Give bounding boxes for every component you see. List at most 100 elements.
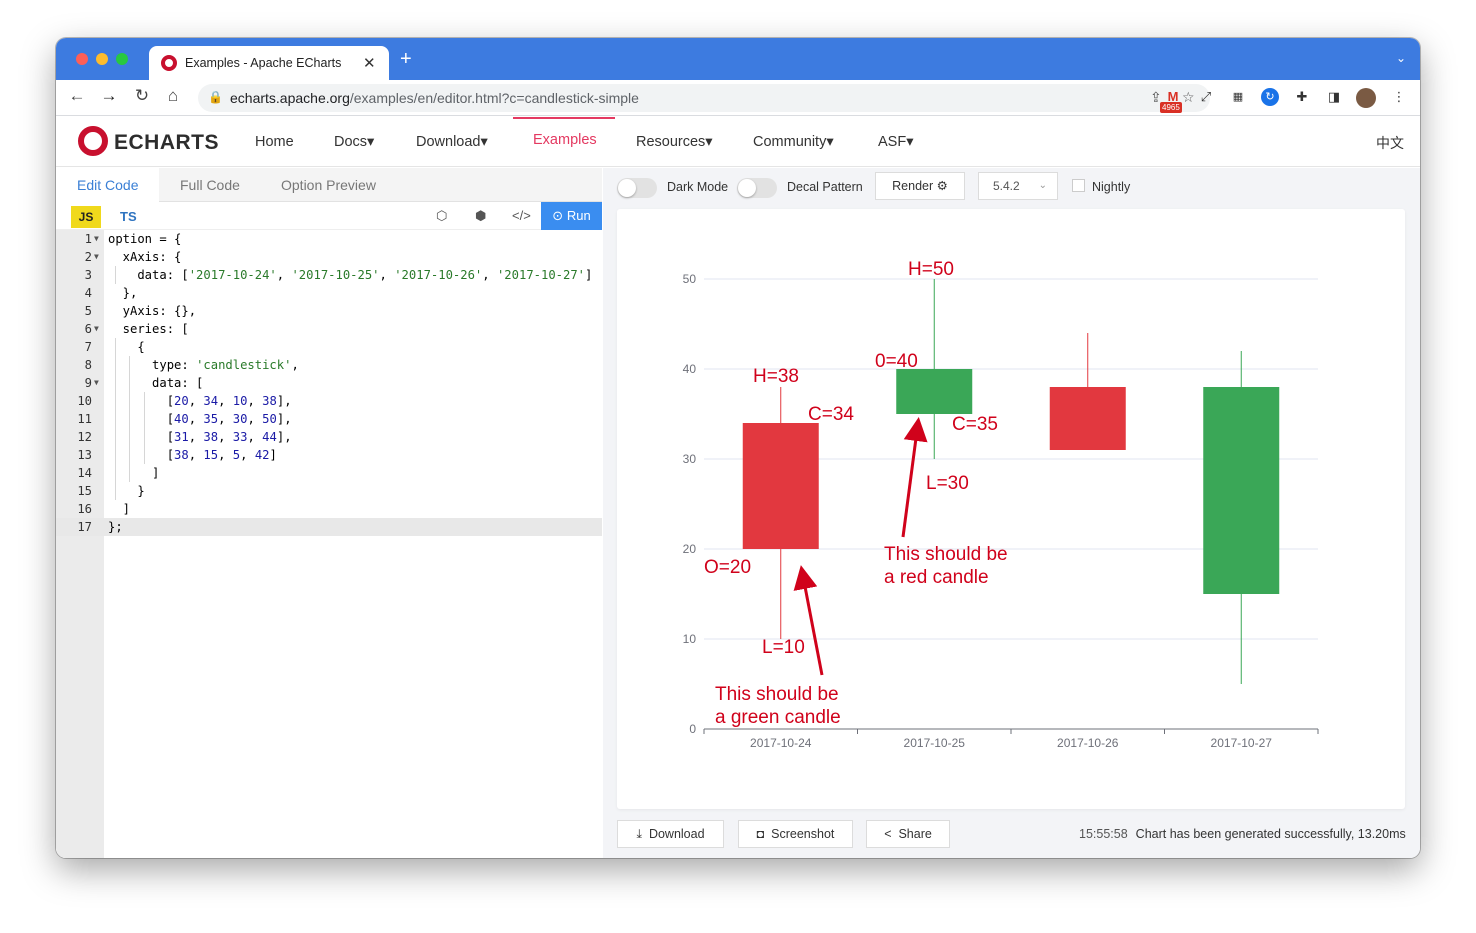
echarts-logo-icon[interactable] (78, 126, 108, 156)
brand-name[interactable]: ECHARTS (114, 131, 219, 155)
code-line[interactable]: 11 [40, 35, 30, 50], (56, 410, 602, 428)
minimize-window-icon[interactable] (96, 53, 108, 65)
codesandbox-icon[interactable]: ⬢ (475, 208, 486, 224)
fold-chevron-icon[interactable]: ▼ (94, 230, 99, 248)
code-text: }; (108, 520, 123, 534)
camera-icon: ◘ (756, 827, 765, 841)
tab-edit-code[interactable]: Edit Code (56, 168, 160, 203)
annotation-c1-note-line1: This should be (715, 684, 839, 705)
forward-arrow-icon[interactable]: → (98, 86, 120, 106)
line-number: 12 (77, 430, 92, 444)
version-select[interactable]: 5.4.2 ⌄ (978, 172, 1058, 200)
code-text: [31, 38, 33, 44], (108, 430, 292, 444)
line-number: 4 (84, 286, 92, 300)
code-text: [38, 15, 5, 42] (108, 448, 277, 462)
nav-resources[interactable]: Resources▾ (636, 134, 713, 150)
x-tick-label: 2017-10-26 (1057, 736, 1119, 750)
code-text: option = { (108, 232, 182, 246)
code-line[interactable]: 10 [20, 34, 10, 38], (56, 392, 602, 410)
screenshot-button[interactable]: ◘ Screenshot (738, 820, 853, 848)
close-window-icon[interactable] (76, 53, 88, 65)
tab-search-chevron-icon[interactable]: ⌄ (1396, 51, 1406, 65)
code-line[interactable]: 6 ▼ series: [ (56, 320, 602, 338)
code-text: [20, 34, 10, 38], (108, 394, 292, 408)
code-line[interactable]: 4 }, (56, 284, 602, 302)
nav-examples[interactable]: Examples (533, 132, 597, 148)
code-line[interactable]: 7 { (56, 338, 602, 356)
embed-code-icon[interactable]: </> (512, 208, 531, 223)
x-tick-label: 2017-10-27 (1211, 736, 1273, 750)
render-settings-button[interactable]: Render ⚙ (875, 172, 965, 200)
tab-option-preview[interactable]: Option Preview (260, 168, 397, 202)
code-text: } (108, 484, 145, 498)
code-line[interactable]: 13 [38, 15, 5, 42] (56, 446, 602, 464)
line-number: 14 (77, 466, 92, 480)
nav-asf[interactable]: ASF▾ (878, 134, 913, 150)
code-line[interactable]: 5 yAxis: {}, (56, 302, 602, 320)
code-line[interactable]: 3 data: ['2017-10-24', '2017-10-25', '20… (56, 266, 602, 284)
line-number: 10 (77, 394, 92, 408)
nav-download[interactable]: Download▾ (416, 134, 488, 150)
code-line[interactable]: 17}; (56, 518, 602, 536)
fold-chevron-icon[interactable]: ▼ (94, 248, 99, 266)
expand-extension-icon[interactable]: ⤢ (1197, 88, 1215, 106)
line-number: 17 (77, 520, 92, 534)
decal-pattern-label: Decal Pattern (787, 180, 863, 194)
address-bar[interactable]: 🔒 echarts.apache.org/examples/en/editor.… (198, 84, 1210, 112)
nightly-checkbox[interactable] (1072, 179, 1085, 192)
screenshot-label: Screenshot (771, 827, 835, 841)
side-panel-icon[interactable]: ◨ (1325, 88, 1343, 106)
dark-mode-toggle[interactable] (617, 178, 657, 198)
code-line[interactable]: 9 ▼ data: [ (56, 374, 602, 392)
nav-docs[interactable]: Docs▾ (334, 134, 374, 150)
code-line[interactable]: 16 ] (56, 500, 602, 518)
code-line[interactable]: 15 } (56, 482, 602, 500)
download-icon: ⤓ (636, 827, 642, 841)
codepen-icon[interactable]: ⬡ (436, 208, 447, 224)
sync-extension-icon[interactable]: ↻ (1261, 88, 1279, 106)
x-tick-label: 2017-10-25 (904, 736, 966, 750)
code-area[interactable]: 1 ▼ option = {2 ▼ xAxis: {3 data: ['2017-10… (56, 230, 602, 858)
code-line[interactable]: 1 ▼ option = { (56, 230, 602, 248)
code-line[interactable]: 12 [31, 38, 33, 44], (56, 428, 602, 446)
tab-close-icon[interactable]: ✕ (363, 54, 376, 72)
nav-home[interactable]: Home (255, 134, 294, 150)
decal-pattern-toggle[interactable] (737, 178, 777, 198)
reload-icon[interactable]: ↻ (131, 86, 153, 106)
profile-avatar[interactable] (1356, 88, 1376, 108)
bookmark-star-icon[interactable]: ☆ (1182, 89, 1195, 106)
browser-tab[interactable]: Examples - Apache ECharts ✕ (149, 46, 389, 80)
language-switch[interactable]: 中文 (1376, 133, 1404, 153)
echarts-favicon-icon (161, 55, 177, 71)
nav-community[interactable]: Community▾ (753, 134, 834, 150)
code-line[interactable]: 2 ▼ xAxis: { (56, 248, 602, 266)
code-line[interactable]: 8 type: 'candlestick', (56, 356, 602, 374)
ts-language-button[interactable]: TS (120, 209, 137, 224)
run-button[interactable]: ⊙ Run (541, 202, 602, 230)
js-language-button[interactable]: JS (71, 206, 101, 228)
qr-code-extension-icon[interactable]: ▦ (1229, 88, 1247, 106)
download-button[interactable]: ⤓ Download (617, 820, 724, 848)
share-button[interactable]: < Share (866, 820, 950, 848)
new-tab-button[interactable]: + (400, 49, 412, 69)
tab-title: Examples - Apache ECharts (185, 56, 342, 70)
status-text: Chart has been generated successfully, 1… (1135, 827, 1406, 841)
extensions-puzzle-icon[interactable]: ✚ (1293, 88, 1311, 106)
dark-mode-label: Dark Mode (667, 180, 729, 194)
line-number: 6 (84, 322, 92, 336)
annotation-c1-high: H=38 (753, 366, 799, 387)
lock-icon[interactable]: 🔒 (208, 90, 223, 104)
browser-menu-icon[interactable]: ⋮ (1390, 88, 1408, 106)
code-line[interactable]: 14 ] (56, 464, 602, 482)
status-message: 15:55:58 Chart has been generated success… (1079, 827, 1406, 841)
maximize-window-icon[interactable] (116, 53, 128, 65)
back-arrow-icon[interactable]: ← (66, 86, 88, 106)
home-icon[interactable]: ⌂ (162, 86, 184, 106)
line-number: 16 (77, 502, 92, 516)
url-text[interactable]: echarts.apache.org/examples/en/editor.ht… (230, 90, 639, 106)
fold-chevron-icon[interactable]: ▼ (94, 374, 99, 392)
share-icon: < (884, 827, 892, 841)
share-label: Share (898, 827, 932, 841)
tab-full-code[interactable]: Full Code (159, 168, 261, 202)
fold-chevron-icon[interactable]: ▼ (94, 320, 99, 338)
